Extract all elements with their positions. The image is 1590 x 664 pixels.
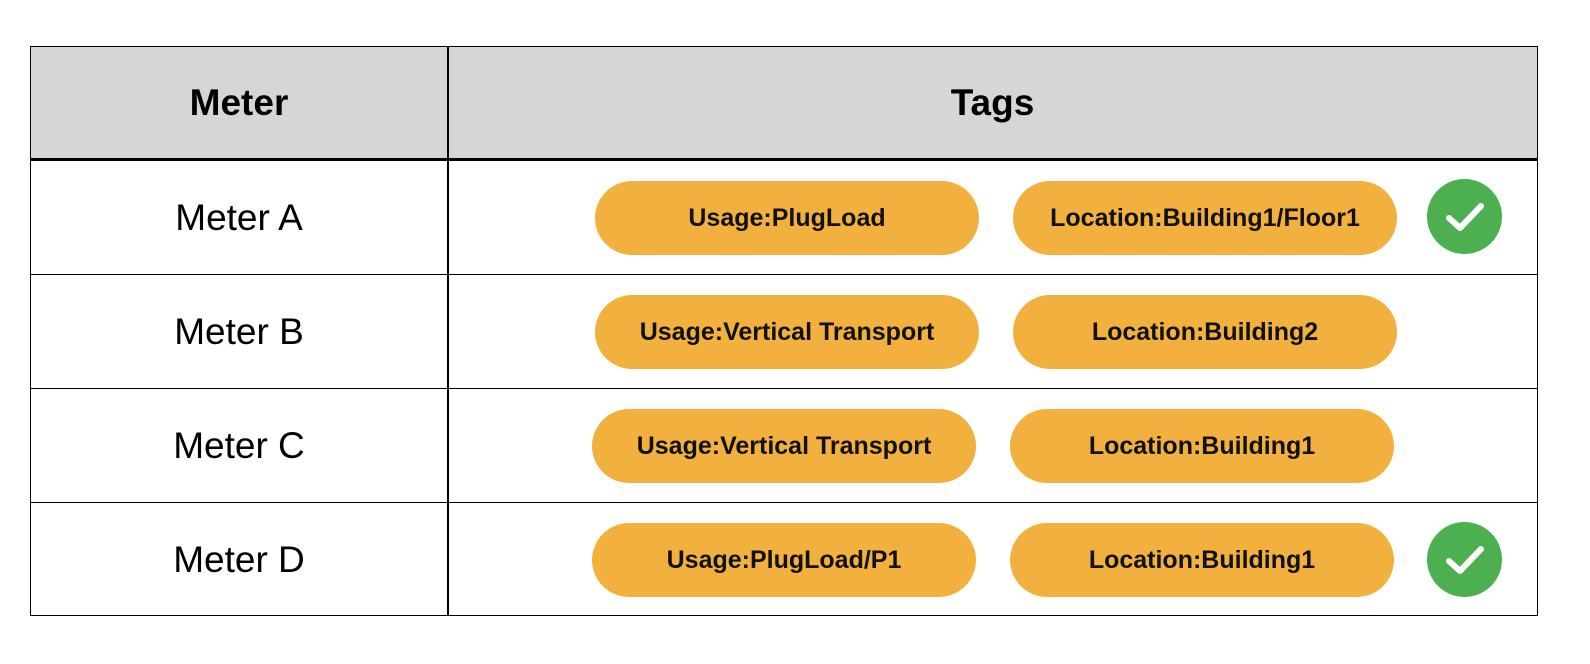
usage-tag: Usage:Vertical Transport [595,295,979,369]
usage-tag: Usage:Vertical Transport [592,409,976,483]
location-tag: Location:Building2 [1013,295,1397,369]
header-tags: Tags [950,81,1035,123]
table-row: Meter C Usage:Vertical Transport Locatio… [31,389,1537,503]
usage-tag: Usage:PlugLoad [595,181,979,255]
location-tag: Location:Building1 [1010,523,1394,597]
meter-name: Meter D [173,539,305,580]
meter-name: Meter C [173,424,305,466]
check-icon [1427,179,1502,254]
meter-tags-table: Meter Tags Meter A Usage:PlugLoad Locati… [30,46,1538,616]
location-tag: Location:Building1 [1010,409,1394,483]
table-header-row: Meter Tags [31,47,1537,161]
meter-name: Meter B [174,310,304,352]
table-row: Meter B Usage:Vertical Transport Locatio… [31,275,1537,389]
location-tag: Location:Building1/Floor1 [1013,181,1397,255]
column-divider [447,47,449,615]
table-row: Meter D Usage:PlugLoad/P1 Location:Build… [31,503,1537,617]
meter-name: Meter A [175,196,303,238]
header-meter: Meter [189,81,289,123]
check-icon [1427,522,1502,597]
table-row: Meter A Usage:PlugLoad Location:Building… [31,161,1537,275]
usage-tag: Usage:PlugLoad/P1 [592,523,976,597]
